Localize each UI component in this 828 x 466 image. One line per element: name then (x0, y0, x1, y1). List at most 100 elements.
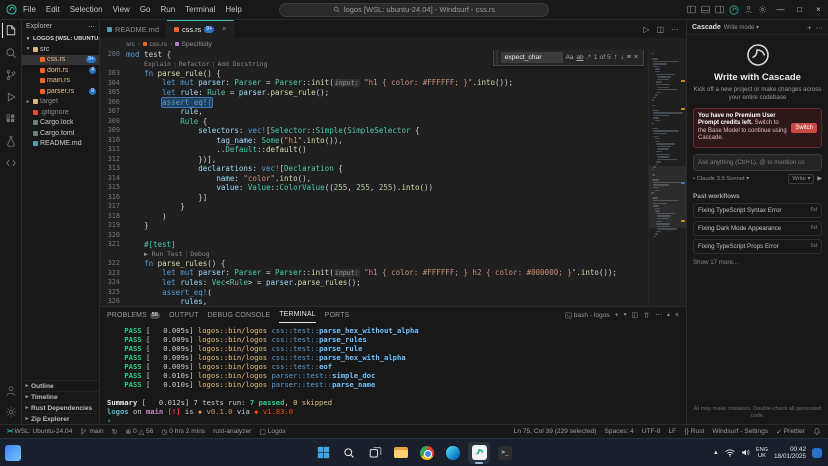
code-line[interactable]: 314 name: "color".into(), (100, 174, 648, 184)
file-item-src[interactable]: ▾src (22, 44, 99, 55)
find-next-button[interactable]: ↓ (620, 54, 624, 61)
status-cursor-position[interactable]: Ln 75, Col 39 (229 selected) (510, 425, 601, 438)
codelens-action[interactable]: ▶ Run Test (144, 250, 182, 258)
status-sync[interactable]: ↻ (108, 425, 122, 438)
terminal-picker-dropdown[interactable]: ▾ (624, 312, 627, 318)
new-terminal-button[interactable]: + (615, 312, 619, 319)
match-case-toggle[interactable]: Aa (566, 54, 574, 61)
file-item-target[interactable]: ▸target (22, 97, 99, 108)
workflow-item[interactable]: Fixing TypeScript Props Error6d (693, 239, 822, 254)
file-item-main-rs[interactable]: main.rs (22, 76, 99, 87)
workflow-item[interactable]: Fixing TypeScript Syntax Error6d (693, 203, 822, 218)
code-line[interactable]: 315 value: Value::ColorValue((255, 255, … (100, 183, 648, 193)
status-language-mode[interactable]: {}Rust (680, 425, 708, 438)
whole-word-toggle[interactable]: ab (576, 54, 583, 61)
code-line[interactable]: 318 ) (100, 212, 648, 222)
taskbar-explorer-button[interactable] (390, 442, 412, 464)
notification-badge[interactable] (812, 448, 822, 458)
tab-readme-md[interactable]: README.md (100, 20, 167, 38)
code-line[interactable]: 317 } (100, 202, 648, 212)
code-line[interactable]: 321 #[test] (100, 240, 648, 250)
code-line[interactable]: 320 (100, 231, 648, 241)
run-button[interactable]: ▷ (643, 25, 649, 34)
activity-testing-icon[interactable] (2, 133, 20, 148)
status-problems[interactable]: ⊗0△56 (121, 425, 157, 438)
codelens-action[interactable]: Debug (190, 250, 209, 258)
find-grip[interactable] (496, 50, 498, 65)
code-line[interactable]: 316 }] (100, 193, 648, 203)
code-line[interactable]: 311 ..Default::default() (100, 145, 648, 155)
clock[interactable]: 00:42 18/01/2025 (774, 446, 806, 460)
status-notifications[interactable] (809, 425, 825, 438)
status-remote-indicator[interactable]: ><WSL: Ubuntu-24.04 (3, 425, 76, 438)
code-line[interactable]: 309 selectors: vec![Selector::Simple(Sim… (100, 126, 648, 136)
widgets-icon[interactable] (5, 445, 21, 461)
minimap[interactable] (648, 50, 686, 306)
sidebar-section-outline[interactable]: ▸Outline (22, 380, 99, 391)
file-item-css-rs[interactable]: css.rs9+ (22, 55, 99, 66)
taskbar-chrome-button[interactable] (416, 442, 438, 464)
split-editor-button[interactable]: ◫ (656, 25, 664, 34)
code-line[interactable]: 312 })], (100, 155, 648, 165)
find-prev-button[interactable]: ↑ (614, 54, 618, 61)
cascade-mode-select[interactable]: Write mode ▾ (724, 24, 759, 31)
wifi-icon[interactable] (725, 449, 735, 457)
close-panel-button[interactable]: × (675, 312, 679, 319)
activity-explorer-icon[interactable] (2, 23, 20, 38)
cascade-more-button[interactable]: ⋯ (816, 23, 824, 32)
sidebar-section-timeline[interactable]: ▸Timeline (22, 391, 99, 402)
write-mode-button[interactable]: Write ▾ (788, 174, 814, 184)
menu-file[interactable]: File (18, 5, 41, 14)
model-select[interactable]: • Claude 3.5 Sonnet ▾ (693, 176, 749, 182)
code-line[interactable]: 313 declarations: vec![Declaration { (100, 164, 648, 174)
menu-edit[interactable]: Edit (41, 5, 65, 14)
file-item-readme-md[interactable]: README.md (22, 139, 99, 150)
code-line[interactable]: 304 let mut parser: Parser = Parser::ini… (100, 79, 648, 89)
file-item-cargo-lock[interactable]: Cargo.lock (22, 118, 99, 129)
panel-more-button[interactable]: ⋯ (655, 311, 662, 319)
code-line[interactable]: 305 let rule: Rule = parser.parse_rule()… (100, 88, 648, 98)
taskbar-terminal-button[interactable]: >_ (494, 442, 516, 464)
editor-more-button[interactable]: ⋯ (671, 25, 679, 34)
minimize-button[interactable]: — (771, 0, 790, 19)
activity-remote-icon[interactable] (2, 155, 20, 170)
panel-tab-terminal[interactable]: Terminal (279, 307, 315, 323)
breadcrumb-css-rs[interactable]: css.rs (143, 41, 167, 48)
file-item-parser-rs[interactable]: parser.rs9 (22, 86, 99, 97)
status-time-tracker[interactable]: ◷0 hrs 2 mins (157, 425, 209, 438)
minimap-slider[interactable] (649, 166, 686, 228)
menu-run[interactable]: Run (155, 5, 180, 14)
panel-tab-output[interactable]: Output (169, 307, 199, 323)
cascade-input[interactable]: Ask anything (Ctrl+L), @ to mention co (693, 154, 822, 171)
file-item-gitignore[interactable]: .gitignore (22, 107, 99, 118)
activity-source-control-icon[interactable] (2, 67, 20, 82)
status-windsurf-settings[interactable]: Windsurf - Settings (708, 425, 772, 438)
terminal-instance[interactable]: bash - logos (565, 312, 610, 319)
code-line[interactable]: 308 Rule { (100, 117, 648, 127)
code-line[interactable]: 319 } (100, 221, 648, 231)
activity-extensions-icon[interactable] (2, 111, 20, 126)
status-eol[interactable]: LF (665, 425, 681, 438)
toggle-secondary-sidebar-icon[interactable] (715, 5, 724, 14)
status-encoding[interactable]: UTF-8 (638, 425, 665, 438)
status-indentation[interactable]: Spaces: 4 (601, 425, 638, 438)
status-prettier[interactable]: ✓Prettier (772, 425, 809, 438)
regex-toggle[interactable]: .* (587, 54, 591, 61)
windsurf-account-icon[interactable] (729, 5, 739, 15)
activity-run-debug-icon[interactable] (2, 89, 20, 104)
status-cargo-project[interactable]: ▢Logos (255, 425, 289, 438)
find-input[interactable]: expect_char (501, 52, 563, 63)
file-item-dom-rs[interactable]: dom.rs4 (22, 65, 99, 76)
split-terminal-button[interactable]: ◫ (632, 311, 639, 319)
taskbar-windsurf-button[interactable] (468, 442, 490, 464)
code-line[interactable]: 326 rules, (100, 297, 648, 306)
codelens-action[interactable]: Refactor (179, 60, 210, 68)
settings-gear-icon[interactable] (758, 5, 767, 14)
code-area[interactable]: 280mod test {Explain|Refactor|Add Docstr… (100, 50, 648, 306)
send-icon[interactable]: ▶ (817, 175, 822, 182)
tray-chevron-icon[interactable]: ▲ (713, 450, 719, 456)
activity-settings-icon[interactable] (2, 404, 20, 419)
codelens-action[interactable]: Add Docstring (217, 60, 267, 68)
menu-go[interactable]: Go (135, 5, 156, 14)
panel-tab-debug-console[interactable]: Debug Console (208, 307, 271, 323)
